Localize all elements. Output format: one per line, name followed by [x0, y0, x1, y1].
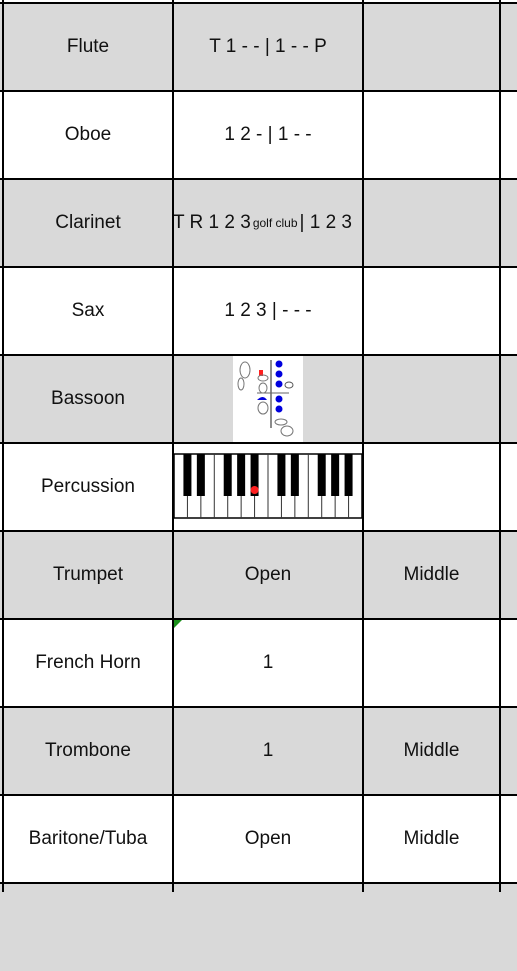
- row-divider: [0, 530, 517, 532]
- column-divider: [172, 0, 174, 892]
- instrument-cell[interactable]: Flute: [3, 3, 173, 91]
- table-row: [0, 883, 517, 971]
- register-cell[interactable]: [363, 179, 500, 267]
- instrument-cell[interactable]: Trombone: [3, 707, 173, 795]
- row-divider: [0, 354, 517, 356]
- comment-indicator-icon[interactable]: [174, 620, 182, 628]
- row-divider: [0, 266, 517, 268]
- instrument-cell[interactable]: Clarinet: [3, 179, 173, 267]
- row-divider: [0, 2, 517, 4]
- fingering-cell[interactable]: 1 2 - | 1 - -: [173, 91, 363, 179]
- row-divider: [0, 90, 517, 92]
- register-cell[interactable]: [363, 619, 500, 707]
- register-cell[interactable]: [363, 91, 500, 179]
- fingering-cell[interactable]: 1: [173, 619, 363, 707]
- table-row: Oboe 1 2 - | 1 - -: [0, 91, 517, 179]
- piano-keyboard-icon: [173, 453, 363, 519]
- table-row: Percussion: [0, 443, 517, 531]
- fingering-cell[interactable]: Open: [173, 795, 363, 883]
- row-divider: [0, 178, 517, 180]
- instrument-cell[interactable]: Trumpet: [3, 531, 173, 619]
- fingering-text: | 1 2 3: [299, 212, 352, 233]
- register-cell[interactable]: [363, 443, 500, 531]
- register-cell[interactable]: [363, 355, 500, 443]
- row-divider: [0, 794, 517, 796]
- fingering-cell[interactable]: [173, 355, 363, 443]
- instrument-cell[interactable]: Baritone/Tuba: [3, 795, 173, 883]
- row-divider: [0, 442, 517, 444]
- table-row: Baritone/Tuba Open Middle: [0, 795, 517, 883]
- fingering-cell[interactable]: [173, 443, 363, 531]
- instrument-cell[interactable]: Bassoon: [3, 355, 173, 443]
- table-row: Clarinet T R 1 2 3 golf club | 1 2 3: [0, 179, 517, 267]
- fingering-cell[interactable]: 1: [173, 707, 363, 795]
- register-cell[interactable]: Middle: [363, 795, 500, 883]
- fingering-cell[interactable]: T R 1 2 3 golf club | 1 2 3: [173, 179, 363, 267]
- column-divider: [362, 0, 364, 892]
- table-row: Sax 1 2 3 | - - -: [0, 267, 517, 355]
- instrument-cell[interactable]: Percussion: [3, 443, 173, 531]
- table-row: Trombone 1 Middle: [0, 707, 517, 795]
- instrument-cell[interactable]: French Horn: [3, 619, 173, 707]
- column-divider: [499, 0, 501, 892]
- instrument-cell[interactable]: Sax: [3, 267, 173, 355]
- row-divider: [0, 706, 517, 708]
- register-cell[interactable]: [363, 267, 500, 355]
- row-divider: [0, 618, 517, 620]
- register-cell[interactable]: [363, 3, 500, 91]
- bassoon-fingering-chart-icon: [233, 356, 303, 442]
- table-row: French Horn 1: [0, 619, 517, 707]
- register-cell[interactable]: Middle: [363, 531, 500, 619]
- fingering-cell[interactable]: 1 2 3 | - - -: [173, 267, 363, 355]
- fingering-cell[interactable]: Open: [173, 531, 363, 619]
- fingering-cell[interactable]: T 1 - - | 1 - - P: [173, 3, 363, 91]
- fingering-superscript: golf club: [252, 216, 298, 230]
- instrument-cell[interactable]: Oboe: [3, 91, 173, 179]
- table-row: Trumpet Open Middle: [0, 531, 517, 619]
- table-row: Flute T 1 - - | 1 - - P: [0, 3, 517, 91]
- row-divider: [0, 882, 517, 884]
- table-row: Bassoon: [0, 355, 517, 443]
- register-cell[interactable]: Middle: [363, 707, 500, 795]
- fingering-text: T R 1 2 3: [173, 212, 251, 233]
- column-divider: [2, 0, 4, 892]
